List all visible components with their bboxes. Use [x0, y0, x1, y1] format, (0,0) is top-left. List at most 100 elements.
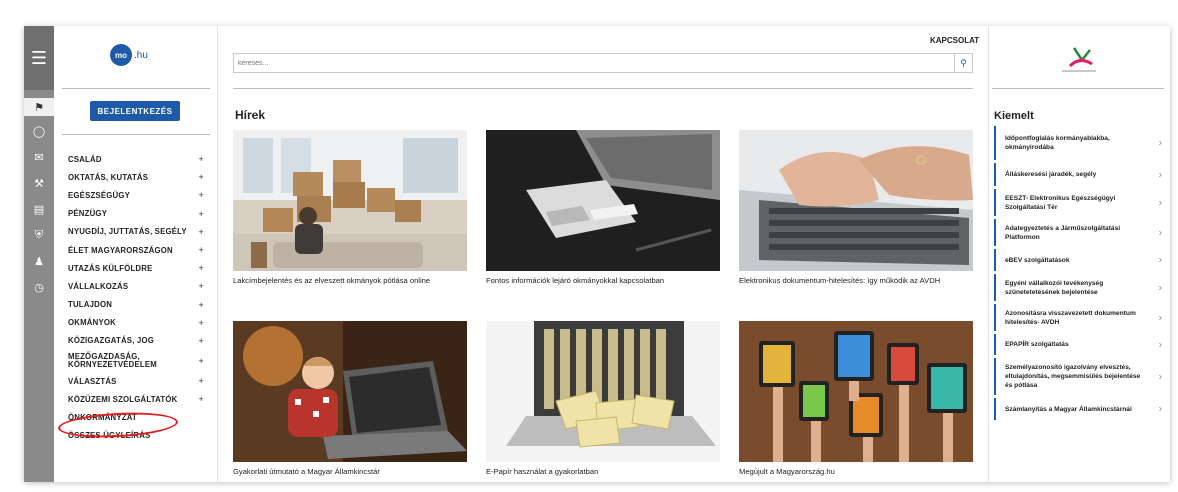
expand-plus-icon[interactable]: +: [199, 300, 204, 310]
expand-plus-icon[interactable]: +: [199, 336, 204, 346]
nav-item-label: PÉNZÜGY: [68, 209, 108, 219]
nav-item[interactable]: PÉNZÜGY +: [68, 205, 204, 223]
expand-plus-icon[interactable]: +: [199, 318, 204, 328]
login-button[interactable]: BEJELENTKEZÉS: [90, 101, 180, 121]
nav-item-label: ÉLET MAGYARORSZÁGON: [68, 245, 173, 255]
expand-plus-icon[interactable]: +: [199, 281, 204, 291]
chevron-right-icon: ›: [1158, 403, 1162, 415]
nav-item-label: OKMÁNYOK: [68, 318, 116, 328]
expand-plus-icon[interactable]: +: [199, 154, 204, 164]
nav-item-label: OKTATÁS, KUTATÁS: [68, 172, 149, 182]
highlight-item[interactable]: Egyéni vállalkozói tevékenység szünetete…: [994, 274, 1162, 301]
highlights-title: Kiemelt: [994, 110, 1034, 122]
expand-plus-icon[interactable]: +: [199, 245, 204, 255]
laptop-card-reader-photo[interactable]: [486, 130, 720, 271]
chevron-right-icon: ›: [1158, 137, 1162, 149]
expand-plus-icon[interactable]: +: [199, 394, 204, 404]
moving-boxes-photo[interactable]: [233, 130, 467, 271]
nav-item-label: MEZŐGAZDASÁG, KÖRNYEZETVÉDELEM: [68, 352, 157, 370]
partner-logo[interactable]: [1044, 44, 1114, 78]
news-caption[interactable]: E-Papír használat a gyakorlatban: [486, 467, 720, 477]
news-card[interactable]: Elektronikus dokumentum-hitelesítés: így…: [739, 130, 973, 286]
divider: [233, 88, 973, 89]
expand-plus-icon[interactable]: +: [199, 172, 204, 182]
contact-link[interactable]: KAPCSOLAT: [930, 36, 979, 45]
nav-item[interactable]: EGÉSZSÉGÜGY +: [68, 186, 204, 204]
search-icon[interactable]: ⚲: [954, 54, 972, 72]
hands-devices-photo[interactable]: [739, 321, 973, 462]
clock-icon[interactable]: ◷: [24, 278, 54, 296]
nav-item-label: VÁLASZTÁS: [68, 376, 117, 386]
highlights-list: Időpontfoglalás kormányablakba, okmányir…: [994, 126, 1162, 423]
expand-plus-icon[interactable]: +: [199, 263, 204, 273]
nav-item[interactable]: UTAZÁS KÜLFÖLDRE +: [68, 259, 204, 277]
highlight-item-label: Személyazonosító igazolvány elvesztés, e…: [1005, 364, 1141, 389]
nav-item[interactable]: OKTATÁS, KUTATÁS +: [68, 168, 204, 186]
highlight-item[interactable]: Azonosításra visszavezetett dokumentum h…: [994, 304, 1162, 331]
browser-page: ☰ ⚑ ◯ ✉ ⚒ ▤ ⛨ ♟ ◷ mo .hu BEJELENTKEZÉS C…: [24, 26, 1170, 482]
news-card[interactable]: Megújult a Magyarország.hu: [739, 321, 973, 477]
nav-item[interactable]: KÖZIGAZGATÁS, JOG +: [68, 332, 204, 350]
nav-item-label: KÖZÜZEMI SZOLGÁLTATÓK: [68, 394, 178, 404]
highlight-item[interactable]: EESZT- Elektronikus Egészségügyi Szolgál…: [994, 189, 1162, 216]
nav-item-label: EGÉSZSÉGÜGY: [68, 190, 130, 200]
divider: [62, 134, 210, 135]
chevron-right-icon: ›: [1158, 197, 1162, 208]
expand-plus-icon[interactable]: +: [199, 357, 204, 366]
news-caption[interactable]: Elektronikus dokumentum-hitelesítés: így…: [739, 276, 973, 286]
expand-plus-icon[interactable]: +: [199, 190, 204, 200]
news-caption[interactable]: Fontos információk lejáró okmányokkal ka…: [486, 276, 720, 286]
nav-item[interactable]: VÁLASZTÁS +: [68, 372, 204, 390]
chevron-right-icon: ›: [1158, 312, 1162, 323]
main-content: KAPCSOLAT ⚲ Hírek: [218, 26, 988, 482]
people-icon[interactable]: ♟: [24, 252, 54, 270]
highlight-item-label: Azonosításra visszavezetett dokumentum h…: [1005, 309, 1136, 326]
highlight-item-label: Számlanyitás a Magyar Államkincstárnál: [1005, 405, 1132, 413]
nav-item[interactable]: VÁLLALKOZÁS +: [68, 277, 204, 295]
highlight-item[interactable]: Adategyeztetés a Járműszolgáltatási Plat…: [994, 219, 1162, 246]
wrench-icon[interactable]: ⚒: [24, 174, 54, 192]
envelope-icon[interactable]: ✉: [24, 148, 54, 166]
highlight-item[interactable]: eBEV szolgáltatások ›: [994, 249, 1162, 271]
nav-item-label: TULAJDON: [68, 300, 113, 310]
search-bar: ⚲: [233, 53, 973, 73]
logo-badge: mo: [110, 44, 132, 66]
hamburger-menu-icon[interactable]: ☰: [24, 26, 54, 90]
category-list: CSALÁD + OKTATÁS, KUTATÁS + EGÉSZSÉGÜGY + PÉNZ…: [68, 150, 204, 445]
expand-plus-icon[interactable]: +: [199, 209, 204, 219]
nav-item[interactable]: MEZŐGAZDASÁG, KÖRNYEZETVÉDELEM +: [68, 350, 204, 372]
highlight-item[interactable]: Időpontfoglalás kormányablakba, okmányir…: [994, 126, 1162, 160]
highlight-item[interactable]: Személyazonosító igazolvány elvesztés, e…: [994, 358, 1162, 395]
news-card[interactable]: Fontos információk lejáró okmányokkal ka…: [486, 130, 720, 286]
nav-item[interactable]: KÖZÜZEMI SZOLGÁLTATÓK +: [68, 390, 204, 408]
nav-item[interactable]: NYUGDÍJ, JUTTATÁS, SEGÉLY +: [68, 223, 204, 241]
site-logo[interactable]: mo .hu: [110, 44, 148, 66]
highlight-item-label: Időpontfoglalás kormányablakba, okmányir…: [1005, 135, 1110, 151]
news-card[interactable]: Gyakorlati útmutató a Magyar Államkincst…: [233, 321, 467, 477]
user-icon[interactable]: ◯: [24, 122, 54, 140]
typing-hands-photo[interactable]: [739, 130, 973, 271]
nav-item[interactable]: CSALÁD +: [68, 150, 204, 168]
nav-item[interactable]: OKMÁNYOK +: [68, 314, 204, 332]
divider: [62, 88, 210, 89]
highlight-item[interactable]: Álláskeresési járadék, segély ›: [994, 163, 1162, 186]
expand-plus-icon[interactable]: +: [199, 376, 204, 386]
child-laptop-photo[interactable]: [233, 321, 467, 462]
news-card[interactable]: E-Papír használat a gyakorlatban: [486, 321, 720, 477]
news-card[interactable]: Lakcímbejelentés és az elveszett okmányo…: [233, 130, 467, 286]
highlight-item[interactable]: Számlanyitás a Magyar Államkincstárnál ›: [994, 398, 1162, 420]
shield-icon[interactable]: ⛨: [24, 226, 54, 244]
highlights-panel: Kiemelt Időpontfoglalás kormányablakba, …: [988, 26, 1170, 482]
person-flag-icon[interactable]: ⚑: [24, 98, 54, 116]
news-caption[interactable]: Megújult a Magyarország.hu: [739, 467, 973, 477]
search-input[interactable]: [238, 56, 938, 70]
envelopes-laptop-photo[interactable]: [486, 321, 720, 462]
nav-item[interactable]: ÉLET MAGYARORSZÁGON +: [68, 241, 204, 259]
id-card-icon[interactable]: ▤: [24, 200, 54, 218]
news-caption[interactable]: Gyakorlati útmutató a Magyar Államkincst…: [233, 467, 467, 477]
nav-item[interactable]: TULAJDON +: [68, 296, 204, 314]
news-caption[interactable]: Lakcímbejelentés és az elveszett okmányo…: [233, 276, 467, 286]
highlight-item-label: Adategyeztetés a Járműszolgáltatási Plat…: [1005, 224, 1121, 241]
expand-plus-icon[interactable]: +: [199, 227, 204, 237]
highlight-item[interactable]: EPAPÍR szolgáltatás ›: [994, 334, 1162, 355]
